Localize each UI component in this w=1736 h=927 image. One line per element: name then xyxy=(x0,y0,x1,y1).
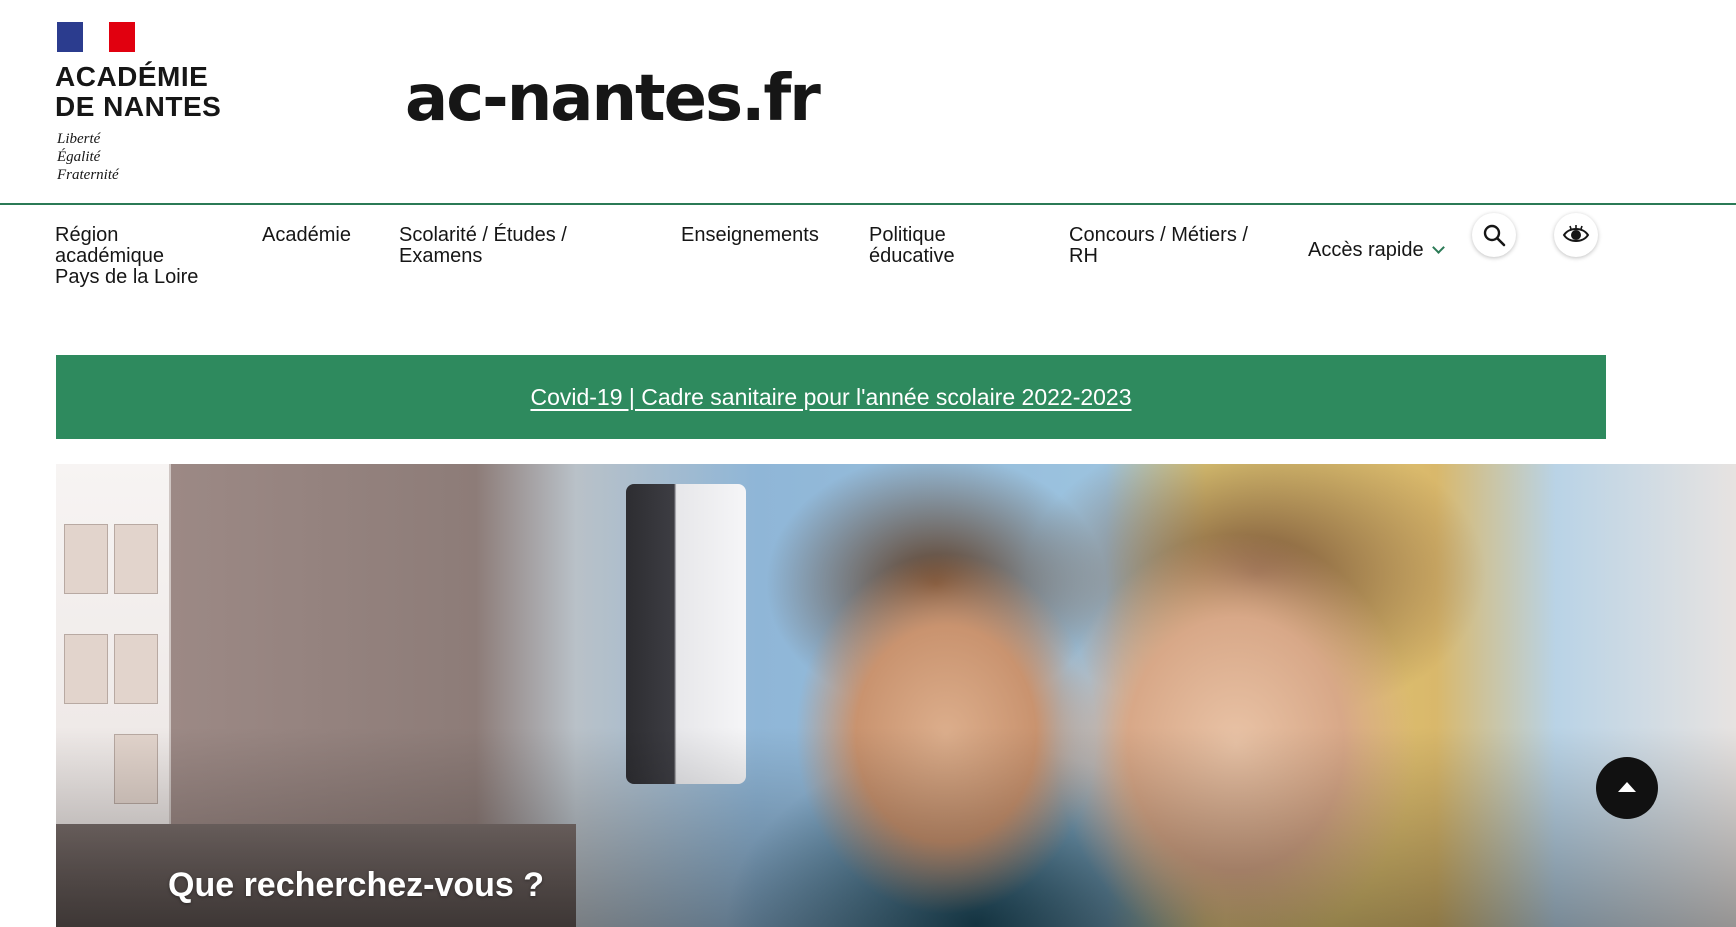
search-button[interactable] xyxy=(1472,213,1516,257)
nav-item-concours[interactable]: Concours / Métiers / RH xyxy=(1069,225,1248,267)
eye-icon xyxy=(1562,225,1590,242)
quick-access-menu[interactable]: Accès rapide xyxy=(1308,239,1445,262)
alert-banner: Covid-19 | Cadre sanitaire pour l'année … xyxy=(56,355,1606,439)
logo-title: ACADÉMIE DE NANTES xyxy=(55,61,222,122)
republic-motto: Liberté Égalité Fraternité xyxy=(57,131,119,183)
scroll-to-top-button[interactable] xyxy=(1596,757,1658,819)
site-name[interactable]: ac-nantes.fr xyxy=(405,62,821,136)
nav-item-scolarite[interactable]: Scolarité / Études / Examens xyxy=(399,225,567,267)
marianne-icon xyxy=(87,24,105,50)
hero-image: Que recherchez-vous ? xyxy=(56,464,1736,927)
arrow-up-icon xyxy=(1618,781,1636,792)
nav-item-politique[interactable]: Politique éducative xyxy=(869,225,955,267)
site-header: ACADÉMIE DE NANTES Liberté Égalité Frate… xyxy=(0,0,1736,205)
covid-banner-link[interactable]: Covid-19 | Cadre sanitaire pour l'année … xyxy=(530,384,1131,411)
nav-item-academie[interactable]: Académie xyxy=(262,225,351,246)
academy-logo[interactable]: ACADÉMIE DE NANTES Liberté Égalité Frate… xyxy=(55,22,245,187)
chevron-down-icon xyxy=(1431,241,1445,254)
nav-item-region[interactable]: Région académique Pays de la Loire xyxy=(55,225,198,288)
search-icon xyxy=(1483,224,1506,247)
hero-search-prompt: Que recherchez-vous ? xyxy=(168,866,545,904)
nav-item-enseignements[interactable]: Enseignements xyxy=(681,225,819,246)
display-settings-button[interactable] xyxy=(1554,213,1598,257)
quick-access-label: Accès rapide xyxy=(1308,239,1424,261)
main-navigation: Région académique Pays de la Loire Acadé… xyxy=(0,207,1736,307)
